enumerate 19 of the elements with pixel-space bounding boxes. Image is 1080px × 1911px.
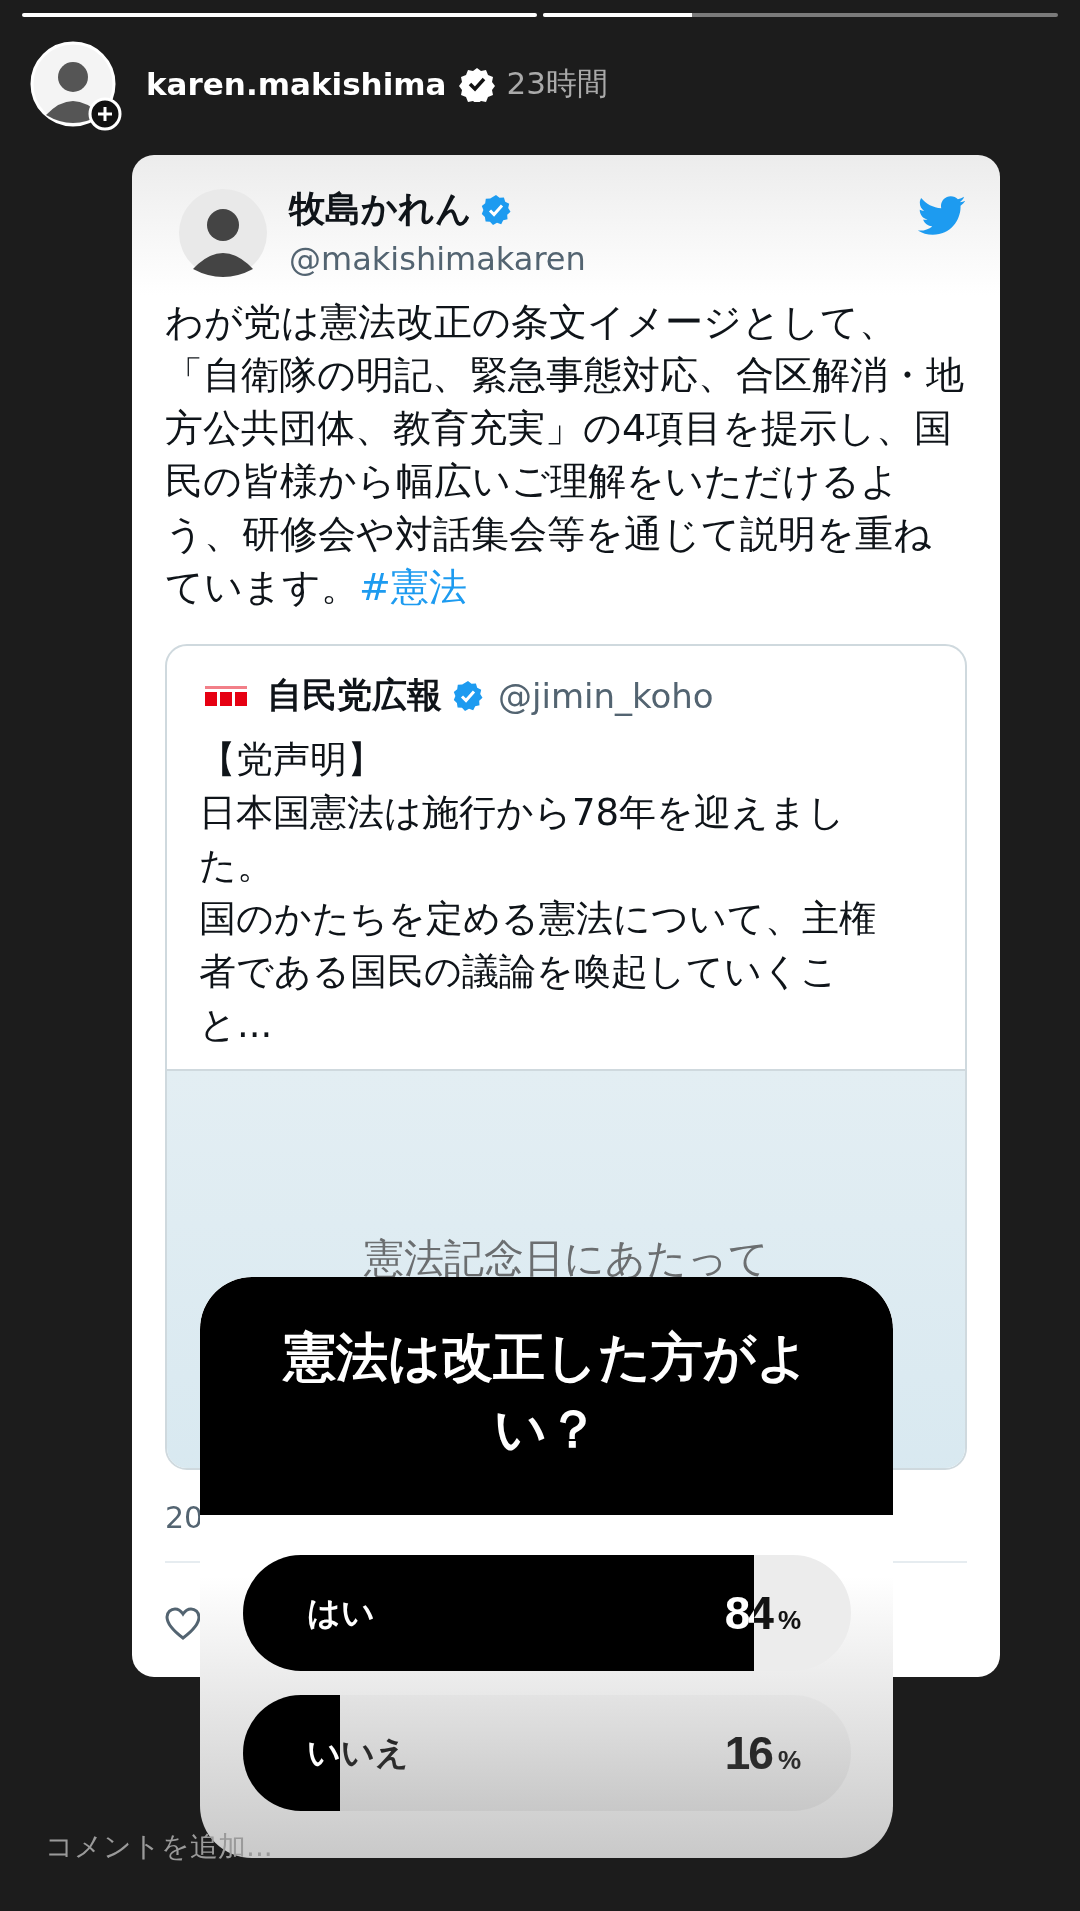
post-time: 23時間 bbox=[506, 64, 608, 103]
quoted-text: 日本国憲法は施行から78年を迎えました。 bbox=[199, 790, 847, 889]
quoted-text: 【党声明】 bbox=[199, 737, 385, 783]
poll-question: 憲法は改正した方がよい？ bbox=[200, 1277, 893, 1515]
option-label: はい bbox=[307, 1591, 375, 1634]
heart-icon[interactable] bbox=[165, 1607, 201, 1641]
user-handle[interactable]: @makishimakaren bbox=[289, 240, 915, 278]
avatar[interactable] bbox=[179, 189, 267, 277]
display-name[interactable]: 牧島かれん bbox=[289, 185, 472, 234]
user-handle[interactable]: @jimin_koho bbox=[498, 675, 714, 716]
quoted-text: 国のかたちを定める憲法について、主権者である国民の議論を喚起していくこと... bbox=[199, 896, 877, 1048]
display-name[interactable]: 自民党広報 bbox=[267, 672, 442, 719]
add-icon[interactable] bbox=[88, 97, 122, 131]
logo-icon bbox=[203, 683, 249, 708]
option-label: いいえ bbox=[307, 1731, 409, 1774]
poll-option[interactable]: いいえ 16% bbox=[243, 1695, 851, 1811]
tweet-text: わが党は憲法改正の条文イメージとして、「自衛隊の明記、緊急事態対応、合区解消・地方公共団体、教育充実」の4項目を提示し、国民の皆様から幅広いご理解をいただけるよう、研修会や対話集会等を通じて説明を重ねています。#憲法 bbox=[165, 299, 965, 611]
username[interactable]: karen.makishima bbox=[146, 66, 447, 102]
option-percentage: 16% bbox=[724, 1726, 801, 1780]
